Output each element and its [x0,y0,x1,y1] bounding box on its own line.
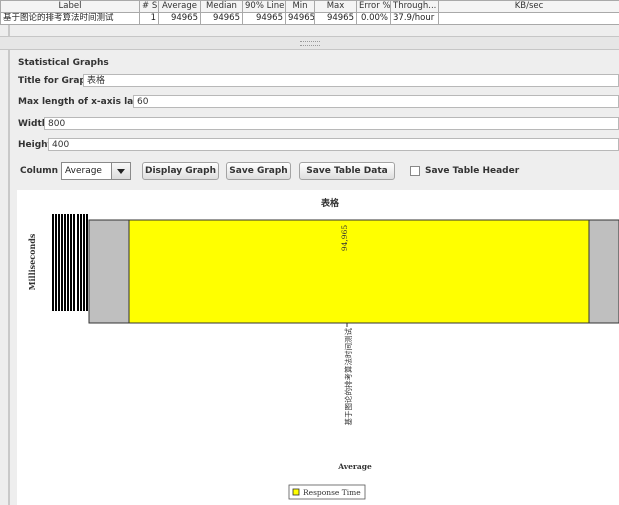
table-cell: 37.9/hour [390,12,439,25]
maxlen-label: Max length of x-axis label [18,97,149,107]
column-header[interactable]: Label [0,0,140,13]
display-graph-button[interactable]: Display Graph [142,162,219,180]
divider-grip[interactable] [300,41,320,46]
bar-chart: 表格 Milliseconds 94,965 基于图论的排考算法时间测试 Average… [27,197,619,500]
height-label: Height [18,140,52,150]
height-input[interactable]: 400 [48,138,619,151]
column-header[interactable]: Median [200,0,243,13]
width-input[interactable]: 800 [44,117,619,130]
table-header-row: Label # S... Average Median 90% Line Min… [0,0,619,13]
column-header[interactable]: Average [158,0,201,13]
save-table-header-checkbox[interactable] [410,166,420,176]
table-cell: 94965 [158,12,201,25]
title-label: Title for Graph [18,76,93,86]
column-header[interactable]: Max [314,0,357,13]
bar [128,219,590,324]
column-header[interactable]: # S... [139,0,159,13]
table-cell: 94965 [285,12,315,25]
column-label: Column [20,166,59,176]
column-header[interactable]: KB/sec [438,0,619,13]
height-row: Height 400 [18,138,619,152]
save-table-header-label: Save Table Header [425,166,520,176]
maxlen-row: Max length of x-axis label 60 [18,95,619,109]
graph-title-input[interactable]: 表格 [83,74,619,87]
graph-area: 表格 Milliseconds 94,965 基于图论的排考算法时间测试 Average… [17,190,619,505]
data-label: 94,965 [340,225,349,251]
table-cell: 0.00% [356,12,391,25]
y-axis-label: Milliseconds [27,233,37,290]
table-row[interactable]: 基于图论的排考算法时间测试 1 94965 94965 94965 94965 … [0,12,619,25]
table-cell: 94965 [200,12,243,25]
chart-title: 表格 [320,197,340,209]
column-header[interactable]: 90% Line [242,0,286,13]
x-axis-label: Average [337,462,372,471]
x-category-label: 基于图论的排考算法时间测试 [343,328,353,426]
table-cell-label: 基于图论的排考算法时间测试 [0,12,140,25]
table-cell: 1 [139,12,159,25]
save-graph-button[interactable]: Save Graph [226,162,291,180]
section-title: Statistical Graphs [18,58,109,68]
summary-table: Label # S... Average Median 90% Line Min… [0,0,619,25]
column-header[interactable]: Error % [356,0,391,13]
column-select[interactable]: Average [61,162,131,180]
max-label-length-input[interactable]: 60 [133,95,619,108]
column-header[interactable]: Through... [390,0,439,13]
width-row: Width 800 [18,117,619,131]
title-row: Title for Graph 表格 [18,74,619,88]
graph-controls: Column Average Display Graph Save Graph … [20,161,618,181]
table-cell [438,12,619,25]
chevron-down-icon[interactable] [111,163,130,179]
table-cell: 94965 [242,12,286,25]
column-select-value: Average [65,166,102,176]
table-cell: 94965 [314,12,357,25]
column-header[interactable]: Min [285,0,315,13]
legend-swatch [292,488,300,496]
save-table-data-button[interactable]: Save Table Data [299,162,395,180]
legend-label: Response Time [303,488,361,497]
